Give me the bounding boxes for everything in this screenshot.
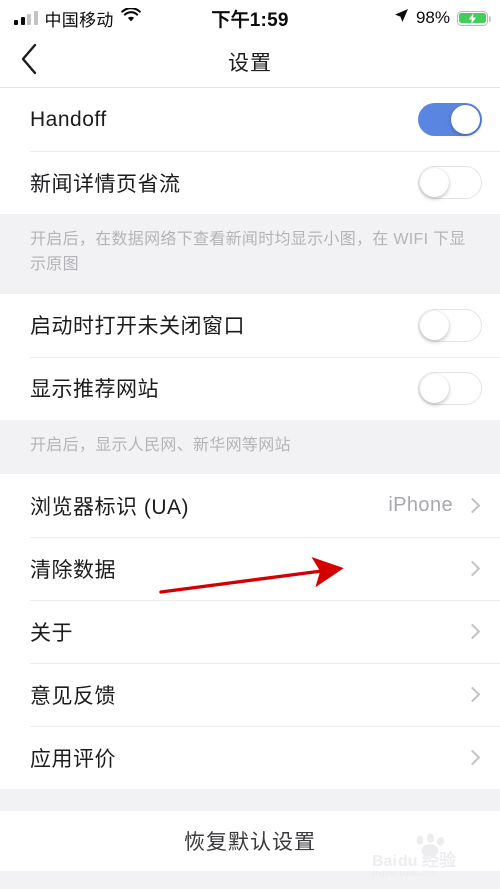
status-bar: 中国移动 下午1:59 98% xyxy=(0,0,500,36)
section-2-note: 开启后，显示人民网、新华网等网站 xyxy=(0,419,500,475)
row-label: 新闻详情页省流 xyxy=(30,172,181,196)
chevron-right-icon xyxy=(464,624,481,640)
settings-group-2: 启动时打开未关闭窗口 显示推荐网站 xyxy=(0,293,500,420)
restore-default-settings-button[interactable]: 恢复默认设置 xyxy=(0,811,500,872)
toggle-restore-windows-on-launch[interactable] xyxy=(418,308,482,342)
chevron-right-icon xyxy=(464,498,481,514)
row-label: 显示推荐网站 xyxy=(30,378,159,402)
battery-charging-icon xyxy=(457,10,492,26)
row-handoff[interactable]: Handoff xyxy=(0,88,500,151)
navigation-bar: 设置 xyxy=(0,36,500,88)
chevron-right-icon xyxy=(464,687,481,703)
row-show-recommended-sites[interactable]: 显示推荐网站 xyxy=(0,356,500,420)
status-bar-time: 下午1:59 xyxy=(211,9,289,31)
chevron-left-icon xyxy=(19,43,39,80)
chevron-right-icon xyxy=(464,561,481,577)
toggle-news-data-saver[interactable] xyxy=(418,166,482,199)
row-label: 浏览器标识 (UA) xyxy=(30,495,189,519)
chevron-right-icon xyxy=(464,750,481,766)
row-label: 应用评价 xyxy=(30,747,116,771)
row-about[interactable]: 关于 xyxy=(0,600,500,664)
restore-default-settings-label: 恢复默认设置 xyxy=(184,831,316,855)
section-1-note: 开启后，在数据网络下查看新闻时均显示小图，在 WIFI 下显示原图 xyxy=(0,214,500,294)
settings-group-1: Handoff 新闻详情页省流 xyxy=(0,88,500,214)
phone-screen: 中国移动 下午1:59 98% 设置 Handoff 新闻详情页省流 开启后，在… xyxy=(0,0,500,889)
settings-group-3: 浏览器标识 (UA) iPhone 清除数据 关于 意见反馈 应用评价 xyxy=(0,474,500,790)
toggle-handoff[interactable] xyxy=(418,103,482,136)
row-value-user-agent: iPhone xyxy=(388,494,453,517)
page-title: 设置 xyxy=(228,51,272,75)
row-app-rating[interactable]: 应用评价 xyxy=(0,726,500,790)
section-gap xyxy=(0,789,500,812)
row-clear-data[interactable]: 清除数据 xyxy=(0,537,500,601)
row-label: Handoff xyxy=(30,107,107,131)
row-news-data-saver[interactable]: 新闻详情页省流 xyxy=(0,151,500,214)
row-label: 意见反馈 xyxy=(30,684,116,708)
row-user-agent[interactable]: 浏览器标识 (UA) iPhone xyxy=(0,474,500,538)
row-restore-windows-on-launch[interactable]: 启动时打开未关闭窗口 xyxy=(0,293,500,357)
toggle-show-recommended-sites[interactable] xyxy=(418,371,482,405)
row-label: 启动时打开未关闭窗口 xyxy=(30,315,245,339)
settings-list[interactable]: Handoff 新闻详情页省流 开启后，在数据网络下查看新闻时均显示小图，在 W… xyxy=(0,88,500,889)
row-label: 清除数据 xyxy=(30,558,116,582)
row-label: 关于 xyxy=(30,621,73,645)
back-button[interactable] xyxy=(0,36,58,88)
row-feedback[interactable]: 意见反馈 xyxy=(0,663,500,727)
